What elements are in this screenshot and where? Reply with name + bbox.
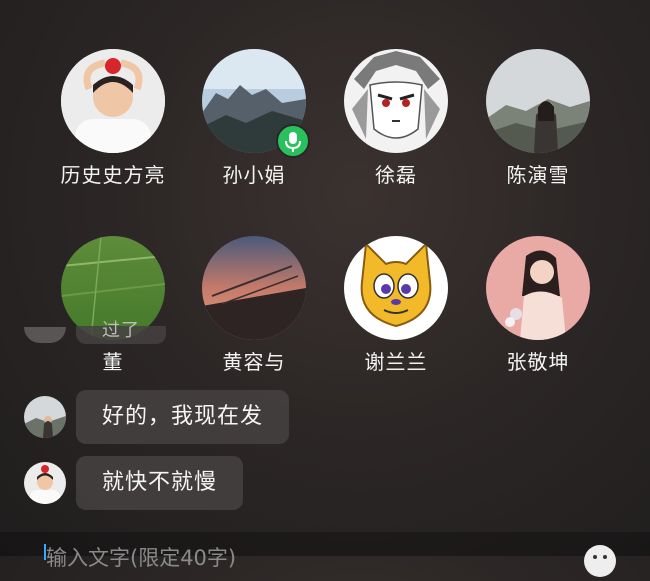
anime-avatar[interactable] (344, 49, 448, 153)
chat-message: 过了 (24, 322, 166, 344)
message-bubble: 好的，我现在发 (76, 390, 290, 444)
message-text: 好的，我现在发 (102, 404, 264, 429)
member-name: 董 (102, 350, 124, 374)
member-name: 谢兰兰 (364, 350, 428, 374)
member-card[interactable]: 徐磊 (326, 49, 466, 188)
member-card[interactable]: 董 (43, 236, 183, 375)
chat-message: 好的，我现在发 (24, 390, 290, 444)
member-card[interactable]: 黄容与 (184, 236, 324, 375)
message-bubble: 就快不就慢 (76, 456, 244, 510)
mic-icon (276, 124, 310, 158)
member-name: 陈演雪 (506, 163, 570, 187)
boy-apple-avatar[interactable] (24, 462, 66, 504)
member-card[interactable]: 陈演雪 (468, 49, 608, 188)
member-name: 黄容与 (222, 350, 286, 374)
cartoon-cat-avatar[interactable] (344, 236, 448, 340)
woman-mountain-avatar[interactable] (486, 49, 590, 153)
member-card[interactable]: 张敬坤 (468, 236, 608, 375)
chat-message: 就快不就慢 (24, 456, 244, 510)
sunset-avatar[interactable] (202, 236, 306, 340)
member-card[interactable]: 谢兰兰 (326, 236, 466, 375)
member-name: 孙小娟 (222, 163, 286, 187)
member-name: 历史史方亮 (60, 163, 166, 187)
member-card[interactable]: 历史史方亮 (43, 49, 183, 188)
member-card[interactable]: 孙小娟 (184, 49, 324, 188)
boy-apple-avatar[interactable] (61, 49, 165, 153)
emoji-icon[interactable] (584, 545, 616, 577)
message-bubble: 过了 (76, 322, 166, 344)
message-input[interactable]: 输入文字(限定40字) (46, 542, 236, 572)
message-input-bar: 输入文字(限定40字) (0, 532, 650, 570)
member-name: 徐磊 (375, 163, 417, 187)
member-name: 张敬坤 (506, 350, 570, 374)
message-text: 过了 (102, 320, 140, 341)
woman-portrait-avatar[interactable] (486, 236, 590, 340)
woman-mountain-avatar[interactable] (24, 396, 66, 438)
message-text: 就快不就慢 (102, 470, 218, 495)
avatar (24, 327, 66, 343)
